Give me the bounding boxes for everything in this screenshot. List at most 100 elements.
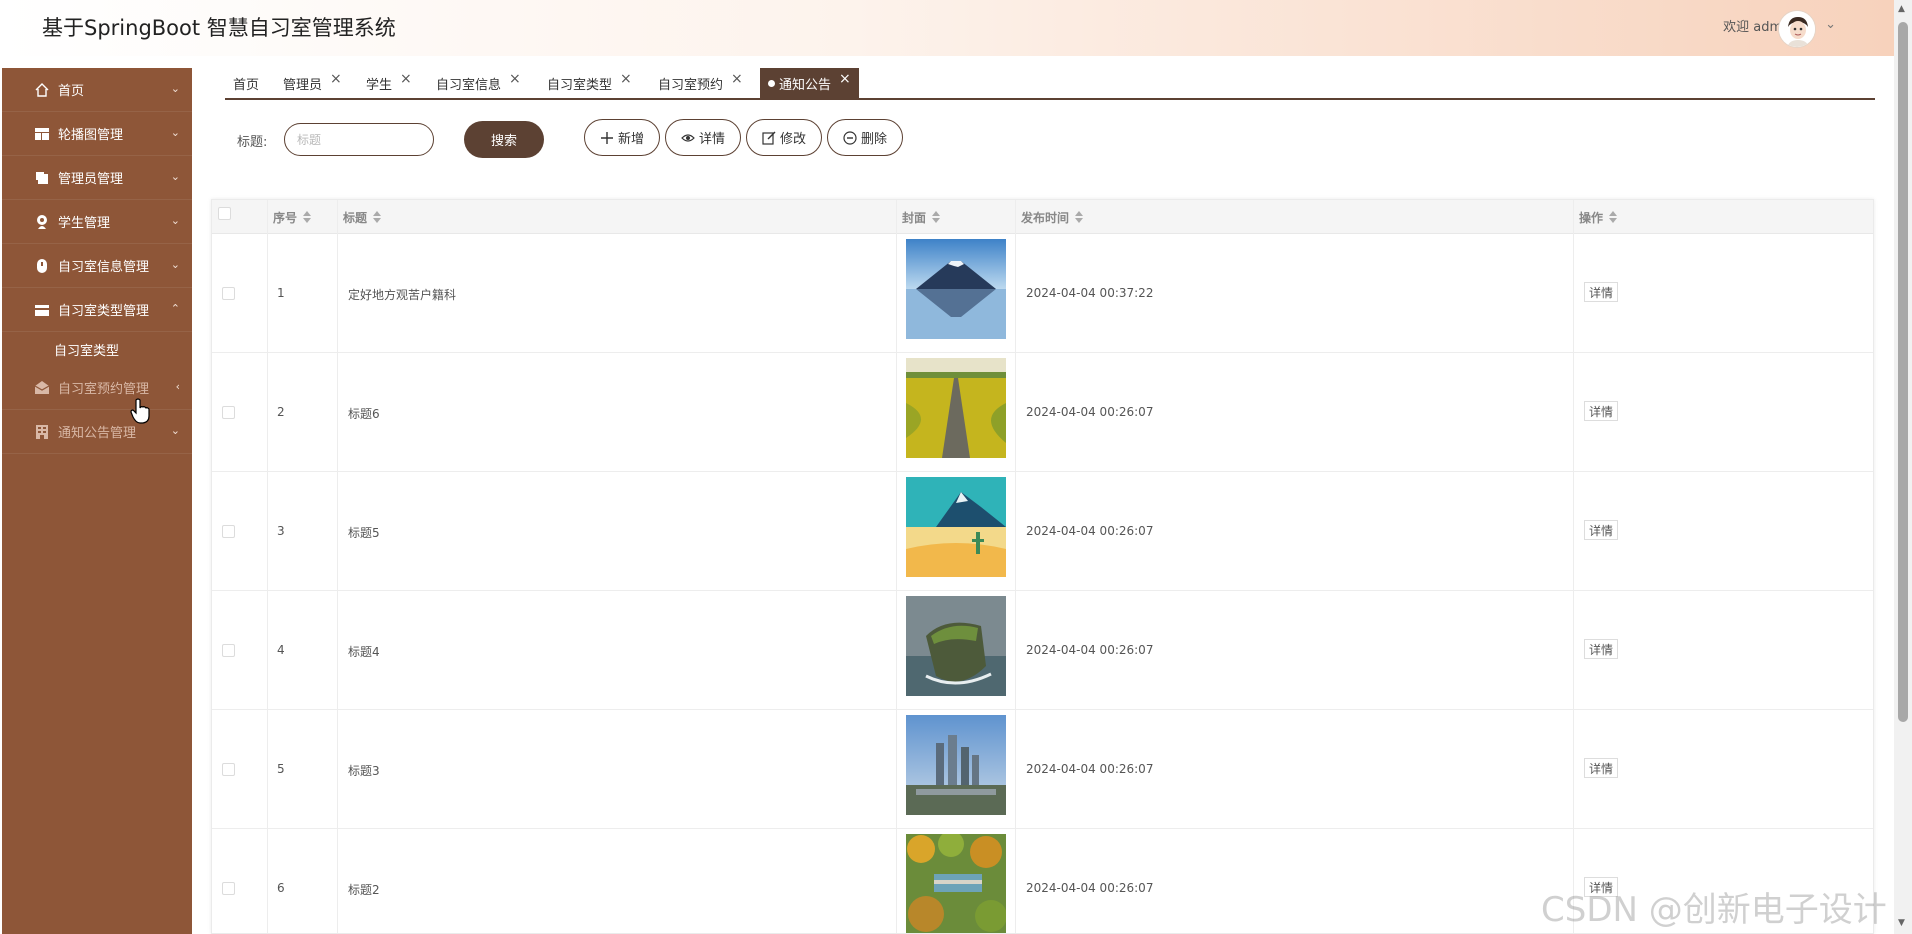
tab-room-type[interactable]: 自习室类型 × (539, 68, 640, 98)
row-checkbox[interactable] (222, 644, 235, 657)
column-label: 封面 (902, 210, 927, 225)
chevron-down-icon: ⌄ (170, 424, 180, 437)
row-time: 2024-04-04 00:26:07 (1026, 762, 1154, 776)
table-row: 3 标题5 2024-04-04 00:26:07 详情 (212, 472, 1873, 591)
sidebar-item-label: 首页 (58, 84, 85, 99)
admin-icon (36, 172, 48, 184)
close-icon[interactable]: × (731, 71, 743, 87)
illustration-image-icon (906, 477, 1006, 577)
row-checkbox[interactable] (222, 406, 235, 419)
cover-image (906, 715, 1006, 815)
cover-image (906, 477, 1006, 577)
scrollbar-thumb[interactable] (1898, 22, 1908, 722)
column-label: 标题 (343, 210, 368, 225)
tab-home[interactable]: 首页 (225, 68, 267, 98)
city-image-icon (906, 715, 1006, 815)
row-no: 5 (277, 762, 285, 776)
sidebar-item-room-info[interactable]: 自习室信息管理 ⌄ (2, 244, 192, 288)
column-label: 发布时间 (1021, 210, 1070, 225)
close-icon[interactable]: × (400, 71, 412, 87)
row-no: 2 (277, 405, 285, 419)
plus-icon (600, 131, 613, 144)
watermark: CSDN @创新电子设计 (1541, 890, 1887, 930)
close-icon[interactable]: × (330, 71, 342, 87)
tab-student[interactable]: 学生 × (358, 68, 420, 98)
sidebar-item-reservation[interactable]: 自习室预约管理 ‹ (2, 366, 192, 410)
close-icon[interactable]: × (620, 71, 632, 87)
search-button[interactable]: 搜索 (464, 121, 544, 158)
column-header-no[interactable]: 序号 (273, 200, 312, 234)
tab-admin[interactable]: 管理员 × (275, 68, 350, 98)
tab-label: 通知公告 (779, 77, 832, 93)
user-avatar-icon (1779, 11, 1815, 47)
edit-button-label: 修改 (779, 132, 806, 147)
tab-bar: 首页 管理员 × 学生 × 自习室信息 × 自习室类型 × 自习室预约 × 通知公告 × (225, 66, 1875, 100)
home-icon (35, 83, 49, 97)
tab-reservation[interactable]: 自习室预约 × (650, 68, 751, 98)
chevron-down-icon: ⌄ (170, 126, 180, 139)
row-title: 标题5 (348, 526, 380, 540)
notice-icon (36, 425, 48, 439)
search-label: 标题: (237, 135, 268, 150)
row-detail-button[interactable]: 详情 (1584, 282, 1619, 302)
tab-room-info[interactable]: 自习室信息 × (428, 68, 529, 98)
edit-button[interactable]: 修改 (746, 119, 822, 156)
tab-label: 自习室信息 (436, 77, 502, 93)
row-detail-button[interactable]: 详情 (1584, 639, 1619, 659)
row-detail-button[interactable]: 详情 (1584, 520, 1619, 540)
row-no: 3 (277, 524, 285, 538)
row-no: 6 (277, 881, 285, 895)
scroll-up-icon[interactable]: ▲ (1898, 4, 1905, 14)
column-header-title[interactable]: 标题 (343, 200, 382, 234)
sidebar-item-notice[interactable]: 通知公告管理 ⌄ (2, 410, 192, 454)
delete-button[interactable]: 删除 (827, 119, 903, 156)
add-button[interactable]: 新增 (584, 119, 660, 156)
notice-table: 序号 标题 封面 发布时间 操作 1 定好地方观苦户籍科 2024-04-04 … (211, 199, 1874, 934)
row-time: 2024-04-04 00:26:07 (1026, 881, 1154, 895)
chevron-up-icon: ⌃ (170, 302, 180, 315)
row-checkbox[interactable] (222, 287, 235, 300)
room-info-icon (37, 259, 47, 273)
close-icon[interactable]: × (509, 71, 521, 87)
row-no: 4 (277, 643, 285, 657)
search-input[interactable] (284, 123, 434, 156)
cover-image (906, 596, 1006, 696)
sidebar-item-carousel[interactable]: 轮播图管理 ⌄ (2, 112, 192, 156)
chevron-down-icon: ⌄ (170, 258, 180, 271)
scroll-down-icon[interactable]: ▼ (1898, 918, 1905, 928)
row-title: 标题2 (348, 883, 380, 897)
sidebar: 首页 ⌄ 轮播图管理 ⌄ 管理员管理 ⌄ 学生管理 ⌄ 自习室信息管理 ⌄ 自习… (2, 68, 192, 934)
carousel-icon (35, 128, 49, 140)
table-row: 2 标题6 2024-04-04 00:26:07 详情 (212, 353, 1873, 472)
row-checkbox[interactable] (222, 525, 235, 538)
select-all-checkbox[interactable] (218, 207, 231, 220)
row-detail-button[interactable]: 详情 (1584, 758, 1619, 778)
room-type-icon (35, 305, 49, 316)
row-checkbox[interactable] (222, 763, 235, 776)
chevron-down-icon: ⌄ (170, 82, 180, 95)
reservation-icon (34, 381, 50, 394)
tab-notice[interactable]: 通知公告 × (760, 68, 859, 98)
add-button-label: 新增 (617, 132, 644, 147)
row-title: 标题3 (348, 764, 380, 778)
sidebar-item-admin[interactable]: 管理员管理 ⌄ (2, 156, 192, 200)
sidebar-item-room-type[interactable]: 自习室类型管理 ⌃ (2, 288, 192, 332)
detail-button[interactable]: 详情 (665, 119, 741, 156)
sidebar-item-label: 通知公告管理 (58, 426, 137, 441)
garden-image-icon (906, 834, 1006, 933)
close-icon[interactable]: × (839, 71, 851, 87)
column-header-action[interactable]: 操作 (1579, 200, 1618, 234)
sidebar-subitem-room-type[interactable]: 自习室类型 (2, 332, 192, 366)
sidebar-item-student[interactable]: 学生管理 ⌄ (2, 200, 192, 244)
column-header-time[interactable]: 发布时间 (1021, 200, 1084, 234)
column-header-cover[interactable]: 封面 (902, 200, 941, 234)
row-checkbox[interactable] (222, 882, 235, 895)
row-title: 定好地方观苦户籍科 (348, 288, 457, 302)
tab-label: 首页 (233, 77, 260, 93)
chevron-down-icon[interactable]: ⌄ (1825, 17, 1836, 32)
avatar[interactable] (1778, 10, 1816, 48)
sidebar-item-home[interactable]: 首页 ⌄ (2, 68, 192, 112)
column-label: 操作 (1579, 210, 1604, 225)
page-scrollbar[interactable]: ▲ ▼ (1894, 0, 1912, 934)
row-detail-button[interactable]: 详情 (1584, 401, 1619, 421)
